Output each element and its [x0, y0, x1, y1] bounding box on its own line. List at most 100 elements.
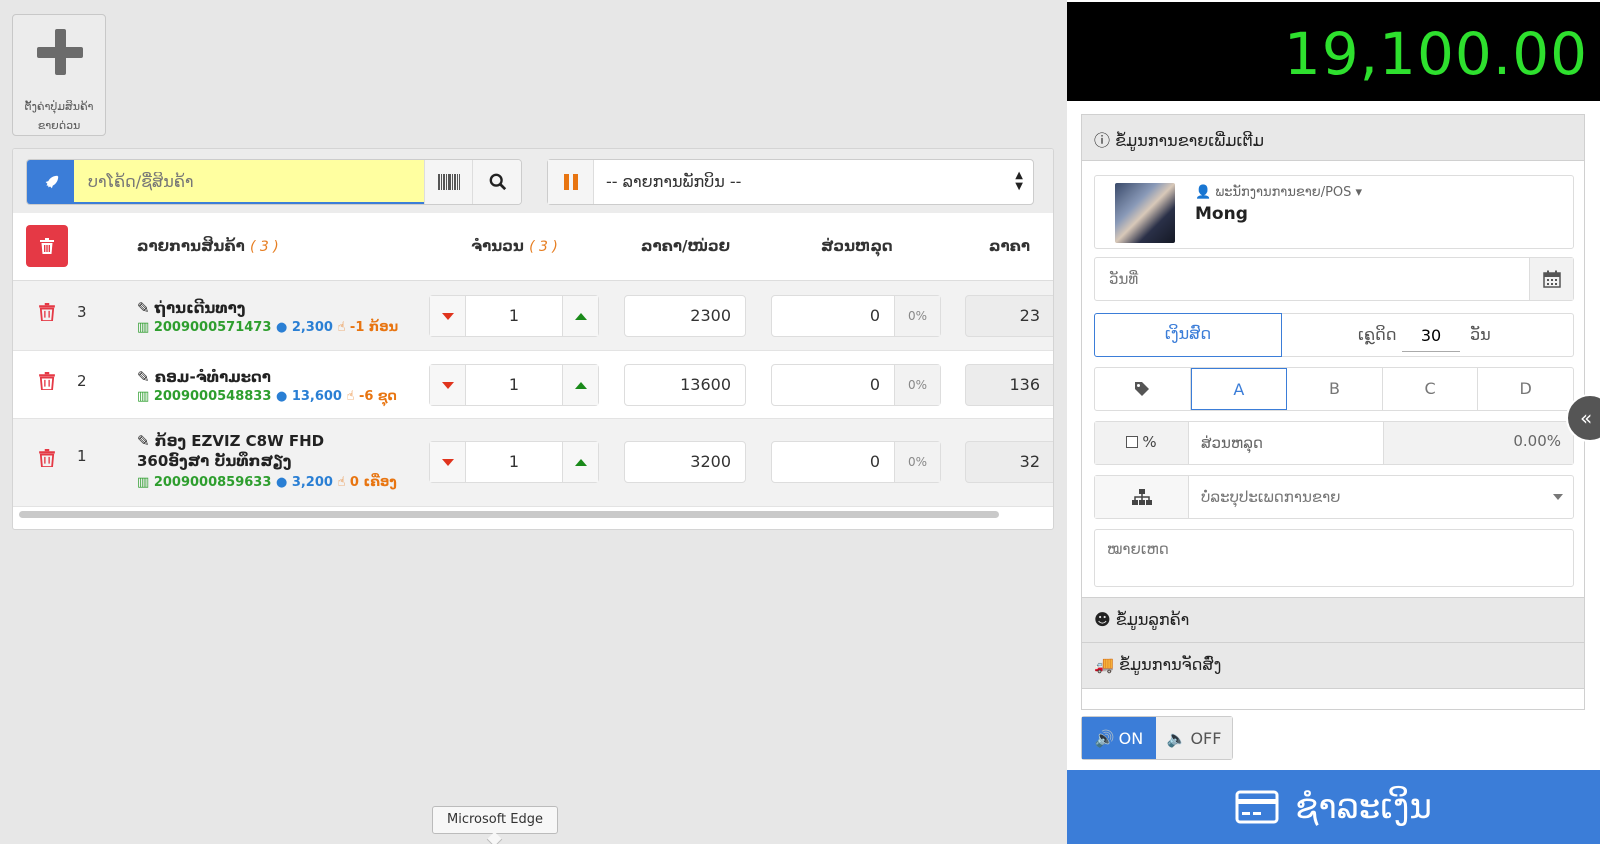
- price-level-b[interactable]: B: [1287, 368, 1383, 410]
- table-row: 1 ✎ ກ້ອງ EZVIZ C8W FHD 360ອົງສາ ບັນທຶກສຽ…: [13, 419, 1053, 507]
- increase-button[interactable]: [562, 365, 598, 405]
- row-total: 32: [965, 441, 1053, 483]
- trash-icon[interactable]: [39, 449, 55, 467]
- checkout-panel: 19,100.00 ⓘ ຂໍ້ມູນການຂາຍເພີ່ມເຕີມ 👤 ພະນັ…: [1067, 0, 1600, 844]
- header-total: ລາຄາ: [989, 237, 1031, 255]
- customer-info-header[interactable]: ☻ ຂໍ້ມູນລູກຄ້າ: [1082, 597, 1584, 643]
- sound-off-button[interactable]: 🔈 OFF: [1156, 717, 1232, 759]
- table-row: 3 ✎ ຖ່ານເດີນທາງ ▥ 2009000571473 ● 2,300 …: [13, 281, 1053, 351]
- product-meta: ▥ 2009000859633 ● 3,200 ☝ 0 ເຄື່ອງ: [137, 475, 397, 490]
- total-amount: 19,100.00: [1283, 20, 1588, 88]
- delivery-info-header[interactable]: 🚚 ຂໍ້ມູນການຈັດສົ່ງ: [1082, 643, 1584, 689]
- barcode-icon[interactable]: [424, 160, 472, 204]
- quantity-value[interactable]: 1: [466, 375, 562, 394]
- increase-button[interactable]: [562, 296, 598, 336]
- edit-icon: ✎: [137, 368, 155, 386]
- search-group: [26, 159, 522, 205]
- price-level-c[interactable]: C: [1383, 368, 1479, 410]
- credit-card-icon: [1235, 790, 1279, 824]
- avatar: [1115, 183, 1175, 243]
- caret-up-icon: [574, 381, 587, 389]
- row-index: 3: [77, 303, 87, 321]
- payment-type: ເງິນສົດ ເຄຼດິດ ວັນ: [1094, 313, 1574, 357]
- quantity-value[interactable]: 1: [466, 452, 562, 471]
- row-index: 1: [77, 447, 87, 465]
- volume-up-icon: 🔊: [1094, 728, 1115, 748]
- caret-up-icon: [574, 312, 587, 320]
- calendar-icon[interactable]: [1529, 258, 1573, 300]
- hand-icon: ☝: [346, 389, 359, 404]
- product-name[interactable]: ✎ ກ້ອງ EZVIZ C8W FHD 360ອົງສາ ບັນທຶກສຽງ: [137, 431, 377, 471]
- credit-days-unit: ວັນ: [1470, 325, 1491, 344]
- percent-checkbox[interactable]: %: [1095, 422, 1189, 464]
- tag-icon: ●: [275, 320, 292, 335]
- sitemap-icon: [1095, 476, 1189, 518]
- header-discount: ສ່ວນຫລຸດ: [821, 237, 893, 255]
- credit-term: ເຄຼດິດ ວັນ: [1282, 313, 1574, 357]
- price-level-a[interactable]: A: [1190, 368, 1288, 410]
- quantity-stepper: 1: [429, 295, 599, 337]
- decrease-button[interactable]: [430, 442, 466, 482]
- search-icon[interactable]: [472, 160, 521, 204]
- rocket-icon[interactable]: [27, 160, 74, 204]
- quantity-value[interactable]: 1: [466, 306, 562, 325]
- unit-price-input[interactable]: 13600: [624, 364, 746, 406]
- tag-icon: [1095, 368, 1191, 410]
- increase-button[interactable]: [562, 442, 598, 482]
- cart-toolbar: -- ລາຍການພັກບິນ -- ▲▼: [13, 149, 1053, 213]
- employee-label[interactable]: 👤 ພະນັກງານການຂາຍ/POS ▾: [1195, 185, 1362, 200]
- pay-button[interactable]: ຊຳລະເງິນ: [1067, 770, 1600, 844]
- checkbox-icon: [1126, 436, 1139, 448]
- header-qty: ຈຳນວນ ( 3 ): [471, 237, 558, 255]
- plus-icon: [37, 29, 83, 75]
- clear-all-button[interactable]: [26, 225, 68, 267]
- sale-type-select[interactable]: ບໍ່ລະບຸປະເພດການຂາຍ: [1094, 475, 1574, 519]
- add-quick-button-label: ຕັ້ງຄ່າປຸ່ມສິນຄ້າຂາຍດ່ວນ: [24, 100, 94, 132]
- unit-price-input[interactable]: 3200: [624, 441, 746, 483]
- product-meta: ▥ 2009000548833 ● 13,600 ☝ -6 ຊຸດ: [137, 389, 397, 404]
- decrease-button[interactable]: [430, 296, 466, 336]
- date-field[interactable]: ວັນທີ່: [1094, 257, 1574, 301]
- unit-price-input[interactable]: 2300: [624, 295, 746, 337]
- discount-value[interactable]: 0.00%: [1383, 422, 1573, 464]
- employee-card[interactable]: 👤 ພະນັກງານການຂາຍ/POS ▾ Mong: [1094, 175, 1574, 249]
- product-meta: ▥ 2009000571473 ● 2,300 ☝ -1 ກ້ອນ: [137, 320, 399, 335]
- credit-days-input[interactable]: [1402, 320, 1460, 352]
- sound-on-button[interactable]: 🔊 ON: [1082, 717, 1156, 759]
- truck-icon: 🚚: [1094, 655, 1120, 674]
- caret-down-icon: [441, 458, 454, 466]
- sale-info-box: ⓘ ຂໍ້ມູນການຂາຍເພີ່ມເຕີມ 👤 ພະນັກງານການຂາຍ…: [1081, 114, 1585, 710]
- product-name[interactable]: ✎ ຖ່ານເດີນທາງ: [137, 298, 245, 318]
- product-name[interactable]: ✎ ຄອມ-ຈໍທຳມະດາ: [137, 367, 271, 387]
- note-field[interactable]: [1094, 529, 1574, 587]
- table-header: ລາຍການສິນຄ້າ ( 3 ) ຈຳນວນ ( 3 ) ລາຄາ/ໜ່ວຍ…: [13, 213, 1053, 281]
- price-level-d[interactable]: D: [1478, 368, 1573, 410]
- trash-icon: [40, 238, 54, 254]
- search-input[interactable]: [74, 160, 424, 204]
- credit-term-label: ເຄຼດິດ: [1358, 325, 1397, 344]
- add-quick-button[interactable]: ຕັ້ງຄ່າປຸ່ມສິນຄ້າຂາຍດ່ວນ: [12, 14, 106, 136]
- trash-icon[interactable]: [39, 372, 55, 390]
- edit-icon: ✎: [137, 432, 155, 450]
- select-arrows-icon: ▲ ▼: [1015, 170, 1023, 192]
- discount-percent: 0%: [894, 296, 940, 336]
- discount-input[interactable]: 0 0%: [771, 364, 941, 406]
- total-display: 19,100.00: [1067, 0, 1600, 101]
- horizontal-scrollbar[interactable]: [19, 511, 999, 518]
- discount-percent: 0%: [894, 442, 940, 482]
- trash-icon[interactable]: [39, 303, 55, 321]
- caret-down-icon: [441, 381, 454, 389]
- cash-button[interactable]: ເງິນສົດ: [1094, 313, 1282, 357]
- cart-panel: -- ລາຍການພັກບິນ -- ▲▼ ລາຍການສິນຄ້າ ( 3 )…: [12, 148, 1054, 530]
- hold-bill-selected: -- ລາຍການພັກບິນ --: [606, 172, 742, 191]
- decrease-button[interactable]: [430, 365, 466, 405]
- user-circle-icon: ☻: [1094, 610, 1116, 629]
- barcode-icon: ▥: [137, 389, 154, 404]
- discount-input[interactable]: 0 0%: [771, 441, 941, 483]
- employee-name: Mong: [1195, 204, 1248, 224]
- tag-icon: ●: [275, 475, 292, 490]
- sale-info-header[interactable]: ⓘ ຂໍ້ມູນການຂາຍເພີ່ມເຕີມ: [1082, 115, 1584, 161]
- hold-bill-select[interactable]: -- ລາຍການພັກບິນ -- ▲ ▼: [547, 159, 1034, 205]
- discount-input[interactable]: 0 0%: [771, 295, 941, 337]
- pause-icon[interactable]: [548, 160, 594, 204]
